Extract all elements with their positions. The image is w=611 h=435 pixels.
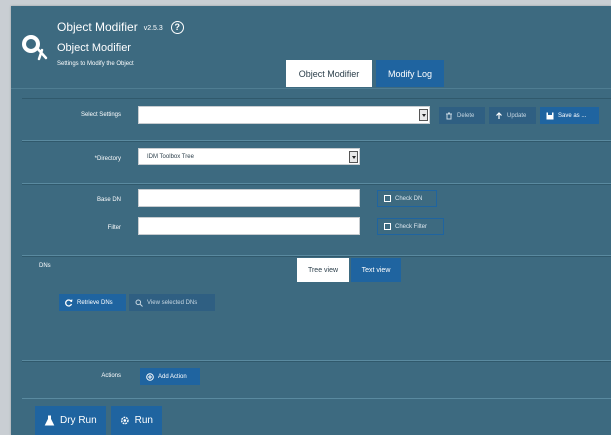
- tab-object-modifier[interactable]: Object Modifier: [286, 60, 372, 87]
- delete-button-label: Delete: [457, 112, 475, 119]
- run-button-label: Run: [134, 415, 153, 426]
- view-selected-dns-button-label: View selected DNs: [147, 299, 198, 306]
- check-filter-button-label: Check Filter: [395, 223, 428, 230]
- flask-icon: [44, 415, 55, 426]
- tab-modify-log[interactable]: Modify Log: [376, 60, 444, 87]
- update-button[interactable]: Update: [489, 107, 536, 124]
- retrieve-dns-button[interactable]: Retrieve DNs: [59, 294, 126, 311]
- trash-icon: [446, 112, 452, 119]
- refresh-icon: [65, 298, 73, 307]
- select-settings-dropdown[interactable]: [138, 106, 430, 124]
- gear-icon: [120, 416, 129, 425]
- add-action-button[interactable]: Add Action: [140, 368, 200, 385]
- dns-label: DNs: [39, 263, 51, 269]
- base-dn-label: Base DN: [96, 197, 121, 203]
- check-filter-button[interactable]: Check Filter: [377, 218, 444, 235]
- actions-section: [22, 361, 611, 399]
- add-action-button-label: Add Action: [158, 373, 187, 380]
- upload-icon: [496, 111, 502, 119]
- chevron-down-icon[interactable]: [349, 151, 358, 163]
- update-button-label: Update: [507, 112, 527, 119]
- directory-select-value: IDM Toolbox Tree: [147, 153, 194, 160]
- run-button[interactable]: Run: [111, 406, 162, 435]
- object-modifier-app: Object Modifier v2.5.3 ? Object Modifier…: [11, 6, 611, 435]
- check-dn-button[interactable]: Check DN: [377, 190, 437, 207]
- tab-text-view[interactable]: Text view: [351, 258, 401, 282]
- header-divider: [11, 88, 611, 89]
- save-icon: [546, 112, 554, 119]
- app-version: v2.5.3: [143, 25, 163, 32]
- directory-label: *Directory: [94, 156, 121, 162]
- checkbox-icon: [384, 195, 391, 202]
- app-title: Object Modifier: [57, 20, 138, 34]
- retrieve-dns-button-label: Retrieve DNs: [77, 299, 113, 306]
- filter-input[interactable]: [138, 217, 360, 235]
- base-dn-input[interactable]: [138, 189, 360, 207]
- select-settings-label: Select Settings: [80, 112, 121, 118]
- delete-button[interactable]: Delete: [439, 107, 485, 124]
- check-dn-button-label: Check DN: [395, 195, 423, 202]
- chevron-down-icon[interactable]: [419, 109, 428, 121]
- filter-label: Filter: [107, 225, 121, 231]
- plus-circle-icon: [146, 372, 154, 381]
- page-description: Settings to Modify the Object: [57, 61, 134, 67]
- search-icon: [135, 299, 143, 307]
- save-as-button[interactable]: Save as ...: [540, 107, 599, 124]
- object-modifier-logo-icon: [22, 35, 48, 61]
- help-circle-icon[interactable]: ?: [170, 20, 184, 34]
- directory-select[interactable]: IDM Toolbox Tree: [138, 148, 360, 165]
- dry-run-button[interactable]: Dry Run: [35, 406, 106, 435]
- page-title: Object Modifier: [57, 42, 131, 54]
- save-as-button-label: Save as ...: [558, 112, 587, 119]
- view-selected-dns-button[interactable]: View selected DNs: [129, 294, 215, 311]
- tab-tree-view[interactable]: Tree view: [297, 258, 349, 282]
- main-tabs: Object Modifier Modify Log: [286, 60, 444, 87]
- dry-run-button-label: Dry Run: [60, 415, 97, 426]
- checkbox-icon: [384, 223, 391, 230]
- app-title-row: Object Modifier v2.5.3 ?: [57, 20, 184, 34]
- actions-label: Actions: [101, 373, 121, 379]
